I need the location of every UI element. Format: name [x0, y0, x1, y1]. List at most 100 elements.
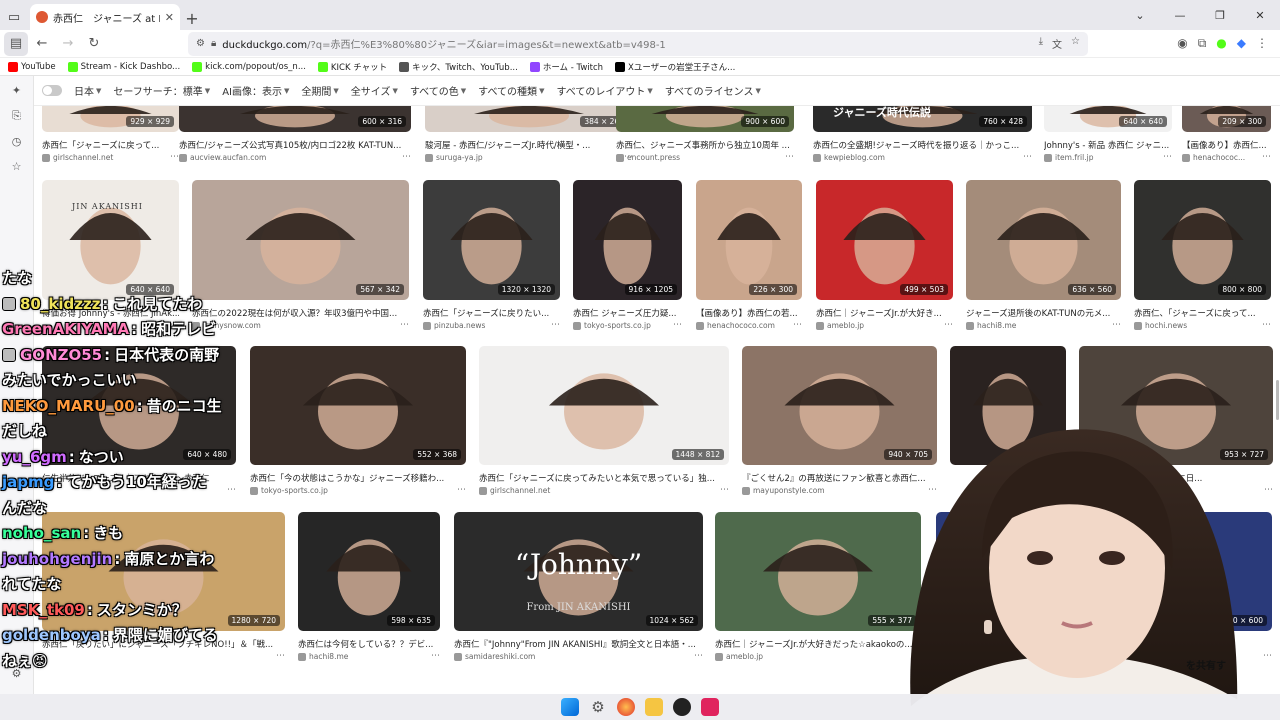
result-title[interactable]: 赤西仁「今の状態はこうかな」ジャニーズ移籍わ...: [250, 472, 466, 484]
result-thumbnail[interactable]: 209 × 300: [1182, 106, 1271, 132]
image-result-card[interactable]: 226 × 300 【画像あり】赤西仁の若... henachococo.com ⋯: [696, 180, 802, 340]
more-options-icon[interactable]: ⋯: [785, 152, 794, 162]
result-thumbnail[interactable]: 598 × 635: [298, 512, 440, 631]
bookmark-item[interactable]: キック、Twitch、YouTub...: [399, 61, 518, 73]
image-result-card[interactable]: 1320 × 1320 赤西仁「ジャニーズに戻りたい... pinzuba.news…: [423, 180, 560, 340]
result-source[interactable]: kewpieblog.com: [813, 153, 1032, 162]
image-result-card[interactable]: 800 × 800 赤西仁、「ジャニーズに戻って... hochi.news ⋯: [1134, 180, 1271, 340]
image-result-card[interactable]: 900 × 600 赤西仁、ジャニーズ事務所から独立10周年 ... encount…: [616, 106, 794, 172]
result-title[interactable]: 駿河屋 - 赤西仁/ジャニーズJr.時代/横型・...: [425, 139, 633, 151]
result-thumbnail[interactable]: 1320 × 1320: [423, 180, 560, 300]
result-thumbnail[interactable]: 900 × 600: [616, 106, 794, 132]
more-options-icon[interactable]: ⋯: [1262, 320, 1271, 330]
more-options-icon[interactable]: ⋯: [551, 320, 560, 330]
back-button[interactable]: ←: [30, 32, 54, 56]
result-title[interactable]: 赤西仁『"Johnny"From JIN AKANISHI』歌詞全文と日本語・.…: [454, 638, 703, 650]
obs-icon[interactable]: [673, 698, 691, 716]
more-options-icon[interactable]: ⋯: [400, 320, 409, 330]
image-result-card[interactable]: 1024 × 562 “Johnny” From JIN AKANISHI 赤西仁『"…: [454, 512, 703, 671]
result-title[interactable]: 【画像あり】赤西仁の若...: [696, 307, 802, 319]
active-tab[interactable]: 赤西仁 ジャニーズ at DuckDuckGo ✕: [30, 4, 180, 30]
result-thumbnail[interactable]: 916 × 1205: [573, 180, 682, 300]
menu-icon[interactable]: ⋮: [1256, 36, 1268, 51]
extension-green-icon[interactable]: ●: [1216, 36, 1226, 51]
image-result-card[interactable]: 598 × 635 赤西仁は今何をしている？？デビ... hachi8.me ⋯: [298, 512, 440, 671]
account-icon[interactable]: ◉: [1177, 36, 1187, 51]
result-source[interactable]: item.fril.jp: [1044, 153, 1172, 162]
result-thumbnail[interactable]: 1024 × 562 “Johnny” From JIN AKANISHI: [454, 512, 703, 631]
result-title[interactable]: 赤西仁/ジャニーズ公式写真105枚/内ロゴ22枚 KAT-TUN...: [179, 139, 411, 151]
result-source[interactable]: henachococo.com: [696, 321, 802, 330]
result-title[interactable]: 赤西仁 ジャニーズ圧力疑...: [573, 307, 682, 319]
image-result-card[interactable]: 916 × 1205 赤西仁 ジャニーズ圧力疑... tokyo-sports.co…: [573, 180, 682, 340]
result-title[interactable]: 赤西仁｜ジャニーズJr.が大好き...: [816, 307, 953, 319]
result-source[interactable]: encount.press: [616, 153, 794, 162]
license-filter[interactable]: すべてのライセンス ▼: [665, 83, 761, 99]
result-source[interactable]: tokyo-sports.co.jp: [250, 486, 466, 495]
result-source[interactable]: girlschannel.net: [479, 486, 729, 495]
bookmark-item[interactable]: YouTube: [8, 61, 56, 72]
chevron-down-icon[interactable]: ⌄: [1120, 0, 1160, 30]
result-thumbnail[interactable]: 384 × 265: [425, 106, 633, 132]
result-thumbnail[interactable]: 226 × 300: [696, 180, 802, 300]
result-thumbnail[interactable]: 929 × 929: [42, 106, 179, 132]
bookmark-item[interactable]: ホーム - Twitch: [529, 61, 603, 73]
image-result-card[interactable]: 552 × 368 赤西仁「今の状態はこうかな」ジャニーズ移籍わ... tokyo-…: [250, 346, 466, 505]
more-options-icon[interactable]: ⋯: [431, 651, 440, 661]
result-title[interactable]: 赤西仁、「ジャニーズに戻って...: [1134, 307, 1271, 319]
more-options-icon[interactable]: ⋯: [694, 651, 703, 661]
result-thumbnail[interactable]: 636 × 560: [966, 180, 1121, 300]
result-title[interactable]: 赤西仁「ジャニーズに戻って...: [42, 139, 179, 151]
more-options-icon[interactable]: ⋯: [276, 651, 285, 661]
extension-blue-icon[interactable]: ◆: [1237, 36, 1246, 51]
result-title[interactable]: 赤西仁「ジャニーズに戻りたい...: [423, 307, 560, 319]
layout-filter[interactable]: すべてのレイアウト ▼: [556, 83, 652, 99]
image-result-card[interactable]: 600 × 316 赤西仁/ジャニーズ公式写真105枚/内ロゴ22枚 KAT-TU…: [179, 106, 411, 172]
forward-button[interactable]: →: [56, 32, 80, 56]
result-thumbnail[interactable]: 760 × 428 ジャニーズ時代伝説: [813, 106, 1032, 132]
result-source[interactable]: tokyo-sports.co.jp: [573, 321, 682, 330]
result-thumbnail[interactable]: 1448 × 812: [479, 346, 729, 465]
site-info-icon[interactable]: ⚙: [196, 38, 205, 49]
result-source[interactable]: henachococ...: [1182, 153, 1271, 162]
result-source[interactable]: ameblo.jp: [816, 321, 953, 330]
result-source[interactable]: pinzuba.news: [423, 321, 560, 330]
page-scrollbar[interactable]: [1276, 380, 1279, 420]
minimize-button[interactable]: —: [1160, 0, 1200, 30]
bookmark-star-icon[interactable]: ☆: [1071, 36, 1080, 51]
address-bar[interactable]: ⚙ 🔒︎ duckduckgo.com/?q=赤西仁%E3%80%80ジャニーズ…: [188, 31, 1088, 56]
result-title[interactable]: Johnny's - 新品 赤西仁 ジャニ...: [1044, 139, 1172, 151]
more-options-icon[interactable]: ⋯: [457, 485, 466, 495]
result-title[interactable]: ジャニーズ退所後のKAT-TUNの元メ...: [966, 307, 1121, 319]
result-source[interactable]: suruga-ya.jp: [425, 153, 633, 162]
more-options-icon[interactable]: ⋯: [402, 152, 411, 162]
result-thumbnail[interactable]: 640 × 640: [1044, 106, 1172, 132]
more-options-icon[interactable]: ⋯: [673, 320, 682, 330]
app-pink-icon[interactable]: [701, 698, 719, 716]
result-source[interactable]: hachi8.me: [966, 321, 1121, 330]
type-filter[interactable]: すべての種類 ▼: [478, 83, 544, 99]
ai-sparkle-icon[interactable]: ✦: [12, 84, 21, 97]
image-result-card[interactable]: 1448 × 812 赤西仁「ジャニーズに戻ってみたいと本気で思っている」独...…: [479, 346, 729, 505]
save-to-pocket-icon[interactable]: ⤓: [1039, 36, 1043, 51]
translate-icon[interactable]: 文: [1052, 36, 1062, 51]
result-source[interactable]: aucview.aucfan.com: [179, 153, 411, 162]
bookmark-item[interactable]: Stream - Kick Dashbo...: [67, 61, 180, 72]
start-windows-icon[interactable]: [561, 698, 579, 716]
color-filter[interactable]: すべての色 ▼: [410, 83, 466, 99]
firefox-icon[interactable]: [617, 698, 635, 716]
result-title[interactable]: 赤西仁、ジャニーズ事務所から独立10周年 ...: [616, 139, 794, 151]
bookmark-item[interactable]: KICK チャット: [317, 61, 387, 73]
result-thumbnail[interactable]: 499 × 503: [816, 180, 953, 300]
result-title[interactable]: 【画像あり】赤西仁...: [1182, 139, 1271, 151]
more-options-icon[interactable]: ⋯: [1262, 152, 1271, 162]
result-title[interactable]: 赤西仁「ジャニーズに戻ってみたいと本気で思っている」独...: [479, 472, 729, 484]
history-icon[interactable]: ◷: [12, 135, 22, 148]
file-explorer-icon[interactable]: [645, 698, 663, 716]
image-result-card[interactable]: 636 × 560 ジャニーズ退所後のKAT-TUNの元メ... hachi8.me…: [966, 180, 1121, 340]
more-options-icon[interactable]: ⋯: [944, 320, 953, 330]
maximize-button[interactable]: ❐: [1200, 0, 1240, 30]
image-result-card[interactable]: 384 × 265 駿河屋 - 赤西仁/ジャニーズJr.時代/横型・... suru…: [425, 106, 633, 172]
result-source[interactable]: girlschannel.net: [42, 153, 179, 162]
image-result-card[interactable]: 640 × 640 Johnny's - 新品 赤西仁 ジャニ... item.fr…: [1044, 106, 1172, 172]
